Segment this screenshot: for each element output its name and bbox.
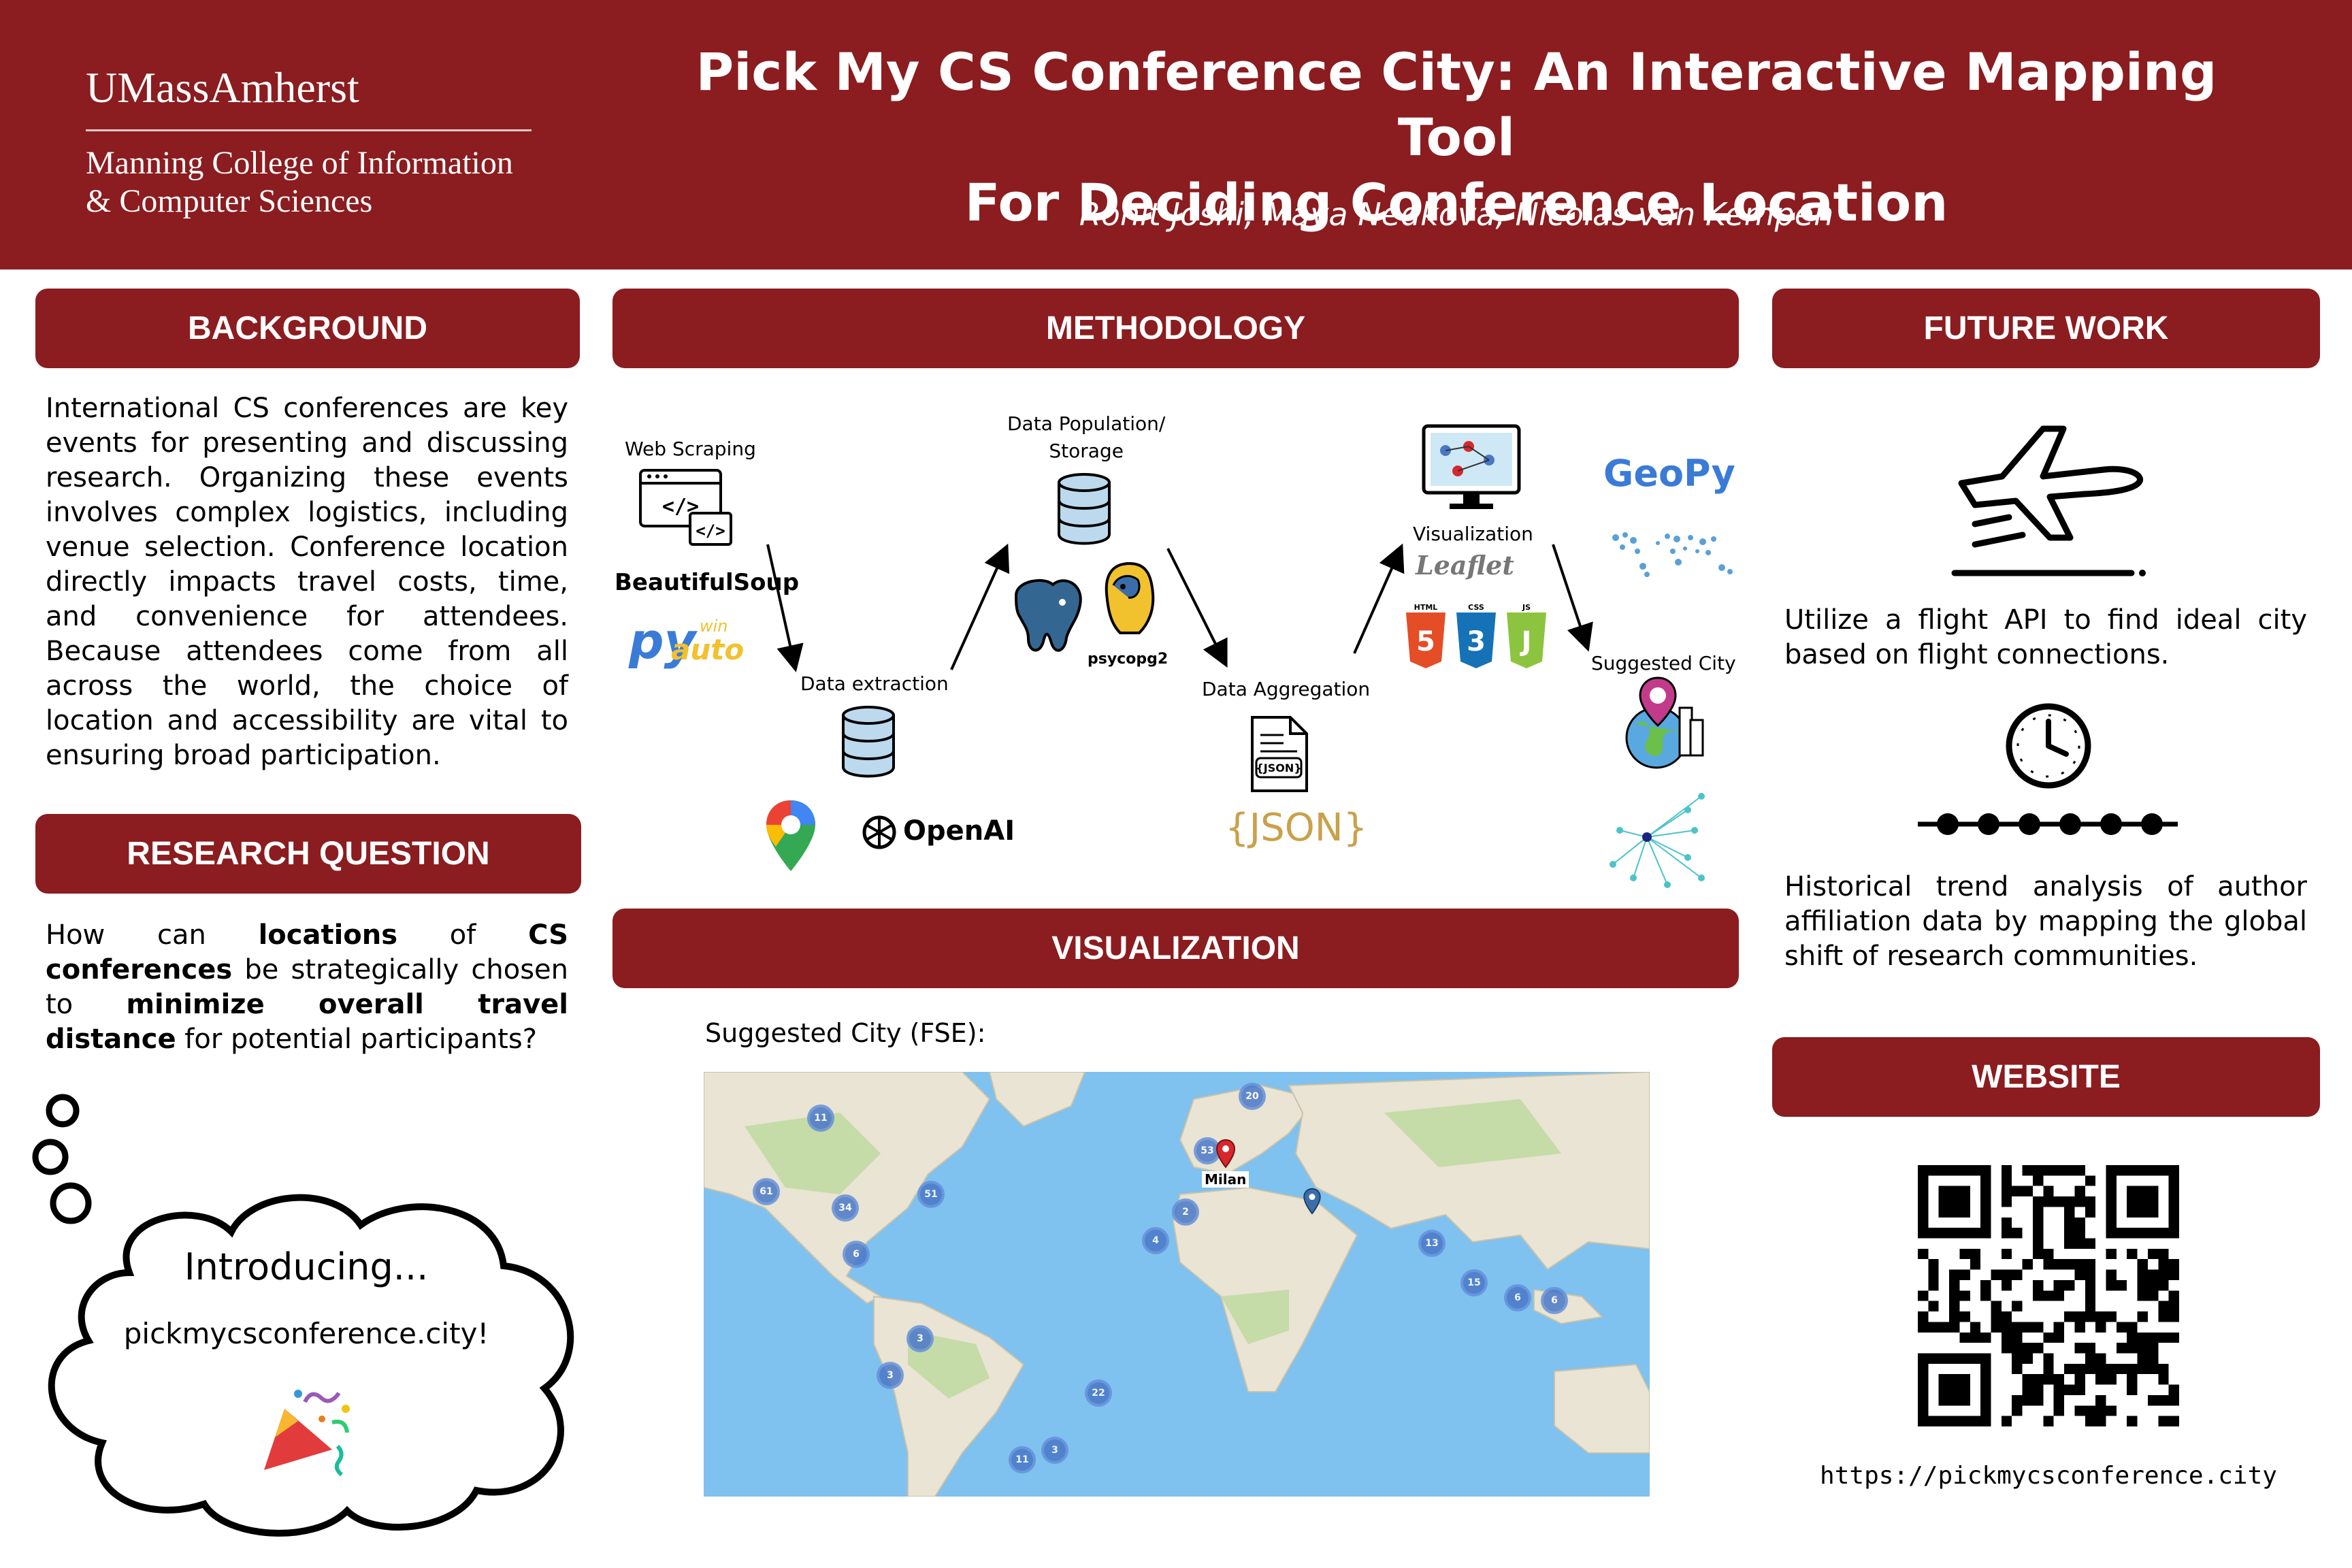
json-logo: {JSON} <box>1225 806 1368 850</box>
suggested-city-label: Milan <box>1202 1171 1250 1188</box>
json-file-icon: {JSON} <box>1251 716 1308 792</box>
map-cluster-marker[interactable]: 61 <box>753 1178 780 1205</box>
google-maps-icon <box>766 800 815 871</box>
clock-icon <box>2006 703 2091 789</box>
map-cluster-marker[interactable]: 15 <box>1460 1269 1488 1296</box>
methodology-flow-arrows <box>766 543 1593 672</box>
map-cluster-marker[interactable]: 51 <box>917 1181 945 1208</box>
background-heading: BACKGROUND <box>35 289 580 368</box>
map-cluster-marker[interactable]: 3 <box>1041 1437 1068 1464</box>
map-cluster-marker[interactable]: 13 <box>1418 1230 1446 1257</box>
timeline-icon <box>1918 813 2178 835</box>
geopy-logo: GeoPy <box>1603 452 1735 495</box>
svg-text:{JSON}: {JSON} <box>1256 762 1301 774</box>
research-question-text: How can locations of CS conferences be s… <box>46 919 568 1055</box>
map-cluster-marker[interactable]: 11 <box>1009 1446 1036 1473</box>
college-name: Manning College of Information & Compute… <box>86 145 513 219</box>
label-web-scraping: Web Scraping <box>625 438 756 460</box>
conference-pin-icon[interactable] <box>1303 1188 1322 1215</box>
future-work-item-2: Historical trend analysis of author affi… <box>1784 871 2307 972</box>
database-icon <box>842 706 895 778</box>
map-cluster-marker[interactable]: 4 <box>1142 1227 1169 1254</box>
cluster-layer: 11 20 61 34 51 6 53 2 4 13 15 6 3 3 22 11 3 6 <box>704 1072 1650 1497</box>
website-heading: WEBSITE <box>1772 1037 2320 1117</box>
map-cluster-marker[interactable]: 6 <box>1541 1287 1568 1314</box>
bubble-site-link[interactable]: pickmycsconference.city! <box>88 1317 524 1350</box>
code-window-icon: </> </> <box>639 469 732 546</box>
suggested-city-pin-icon[interactable] <box>1215 1139 1236 1169</box>
background-text: International CS conferences are key eve… <box>46 393 568 771</box>
map-cluster-marker[interactable]: 2 <box>1172 1198 1199 1226</box>
research-question-heading: RESEARCH QUESTION <box>35 814 581 894</box>
poster-authors: Rohit Joshi, Maya Nedkova, Nicolas van K… <box>1079 196 1834 233</box>
svg-text:</>: </> <box>696 521 725 540</box>
conference-map[interactable]: 11 20 61 34 51 6 53 2 4 13 15 6 3 3 22 11 3 6 Milan <box>704 1072 1650 1497</box>
map-cluster-marker[interactable]: 3 <box>906 1325 934 1352</box>
map-cluster-marker[interactable]: 3 <box>877 1362 904 1389</box>
map-cluster-marker[interactable]: 34 <box>832 1194 859 1222</box>
map-cluster-marker[interactable]: 6 <box>1504 1284 1531 1311</box>
university-logo: UMassAmherst <box>86 63 359 112</box>
map-caption: Suggested City (FSE): <box>705 1018 986 1048</box>
openai-icon <box>862 815 896 849</box>
airplane-icon <box>1951 425 2146 576</box>
website-url-link[interactable]: https://pickmycsconference.city <box>1769 1462 2328 1490</box>
pyautowin-logo: py win auto <box>629 612 745 670</box>
methodology-heading: METHODOLOGY <box>612 289 1739 368</box>
network-graph-icon <box>1610 793 1705 888</box>
party-popper-icon <box>264 1390 350 1477</box>
website-qr-code-icon[interactable] <box>1918 1165 2179 1426</box>
logo-divider <box>86 129 532 131</box>
map-cluster-marker[interactable]: 11 <box>807 1105 834 1132</box>
future-work-heading: FUTURE WORK <box>1772 289 2320 368</box>
city-globe-icon <box>1625 676 1704 769</box>
bubble-intro: Introducing... <box>184 1245 429 1288</box>
future-work-item-1: Utilize a flight API to find ideal city … <box>1784 604 2307 670</box>
visualization-heading: VISUALIZATION <box>612 909 1739 988</box>
map-cluster-marker[interactable]: 6 <box>843 1241 870 1268</box>
openai-logo: OpenAI <box>903 815 1015 847</box>
dot-world-map-icon <box>1612 532 1733 577</box>
map-cluster-marker[interactable]: 20 <box>1239 1083 1266 1110</box>
map-cluster-marker[interactable]: 22 <box>1085 1379 1112 1407</box>
